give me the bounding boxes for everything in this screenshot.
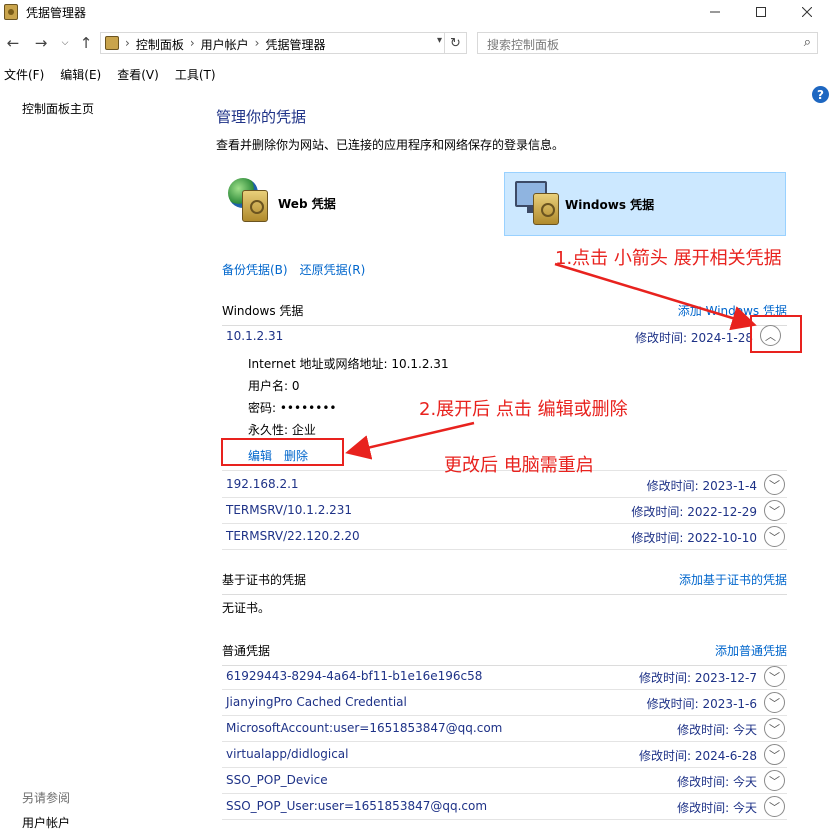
annotation-arrow-step1 <box>554 262 757 331</box>
annotation-arrow-step2 <box>345 421 475 460</box>
annotation-arrows <box>345 262 757 460</box>
